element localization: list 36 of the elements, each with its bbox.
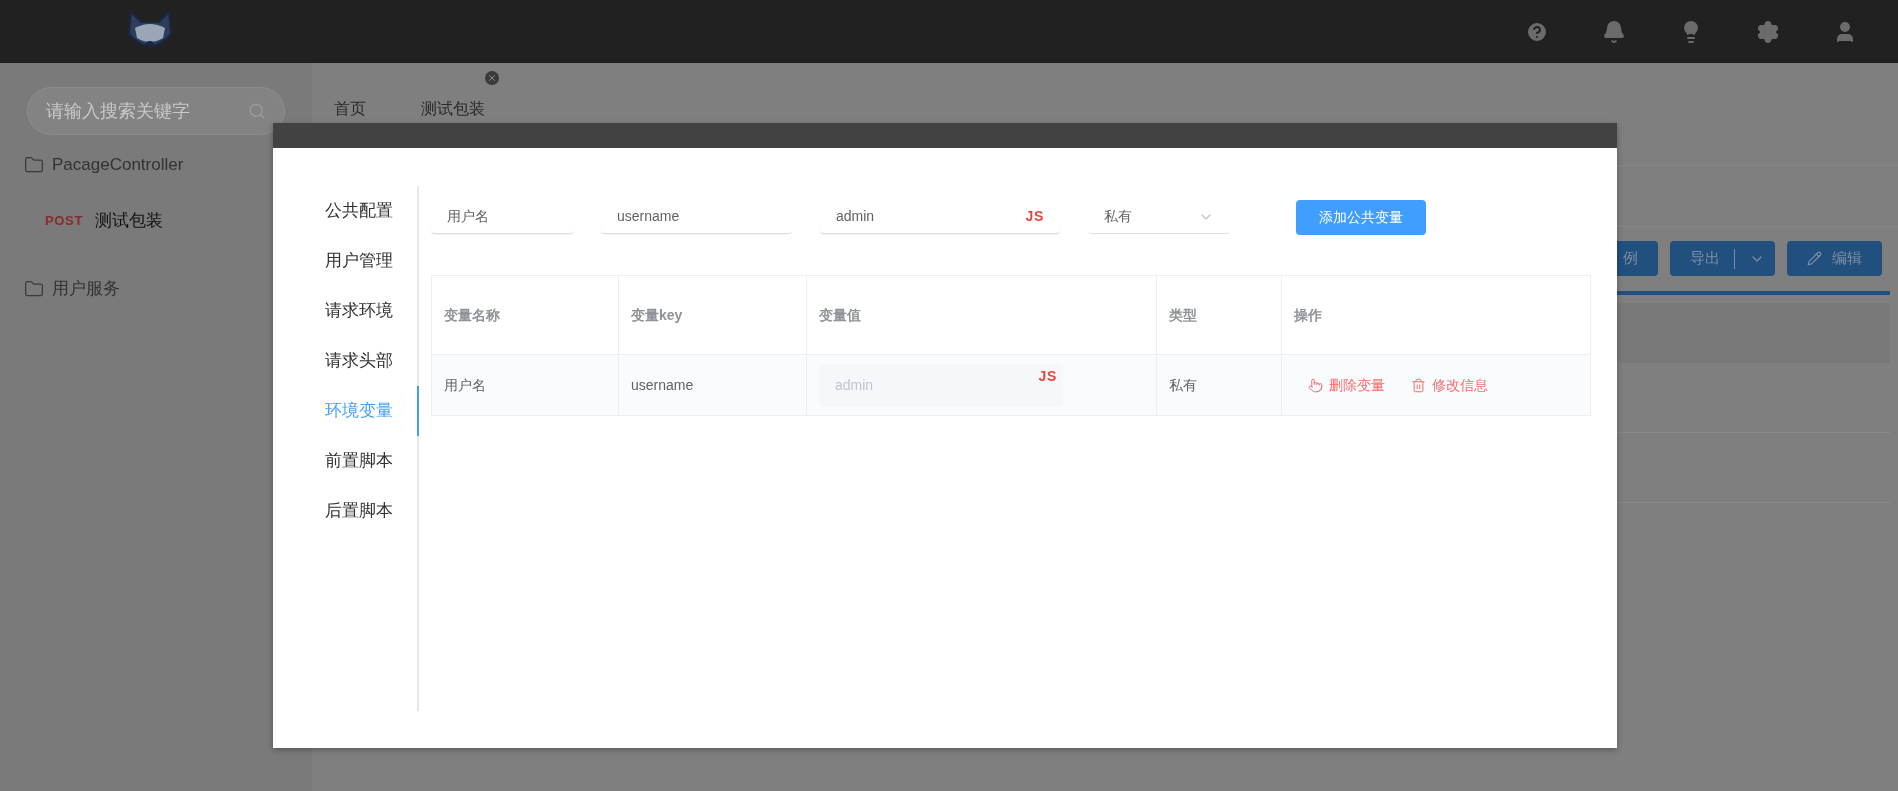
request-label: 测试包装 <box>95 210 163 233</box>
column-header: 变量key <box>619 276 807 354</box>
page-tab[interactable]: 首页 <box>334 71 366 121</box>
column-header: 操作 <box>1293 305 1323 325</box>
search-field[interactable]: 请输入搜索关键字 <box>27 87 285 135</box>
method-label: POST <box>45 212 83 231</box>
edit-button[interactable]: 编辑 <box>1787 241 1882 276</box>
folder-icon <box>24 155 44 175</box>
page-tab[interactable]: 测试包装 <box>421 71 499 121</box>
type-select[interactable]: 私有 <box>1088 200 1230 234</box>
js-label: JS <box>1038 366 1057 386</box>
pencil-icon <box>1807 251 1822 266</box>
add-variable-button[interactable]: 添加公共变量 <box>1296 199 1426 235</box>
value-field[interactable]: admin JS <box>820 200 1060 234</box>
js-label: JS <box>1025 207 1044 226</box>
close-icon[interactable] <box>485 71 499 85</box>
bell-icon[interactable] <box>1602 19 1626 44</box>
hand-pointer-icon <box>1308 377 1323 393</box>
column-header: 变量名称 <box>432 276 619 354</box>
table-cell: 私有 <box>1157 355 1282 415</box>
trash-icon <box>1411 377 1426 393</box>
column-header: 变量值 <box>807 276 1157 354</box>
menu-item[interactable]: 前置脚本 <box>275 436 419 486</box>
table-cell: 用户名 <box>432 355 619 415</box>
settings-icon[interactable] <box>1756 19 1780 44</box>
edit-info-link[interactable]: 修改信息 <box>1411 374 1488 396</box>
name-field[interactable]: 用户名 <box>431 200 574 234</box>
menu-item[interactable]: 环境变量 <box>275 386 419 436</box>
delete-variable-link[interactable]: 删除变量 <box>1308 374 1385 396</box>
table-cell: username <box>619 355 807 415</box>
folder-icon <box>24 279 44 299</box>
column-header: 类型 <box>1157 276 1282 354</box>
export-button[interactable]: 导出 <box>1670 241 1775 276</box>
menu-item[interactable]: 请求头部 <box>275 336 419 386</box>
menu-item[interactable]: 后置脚本 <box>275 486 419 536</box>
key-field[interactable]: username <box>601 200 792 234</box>
